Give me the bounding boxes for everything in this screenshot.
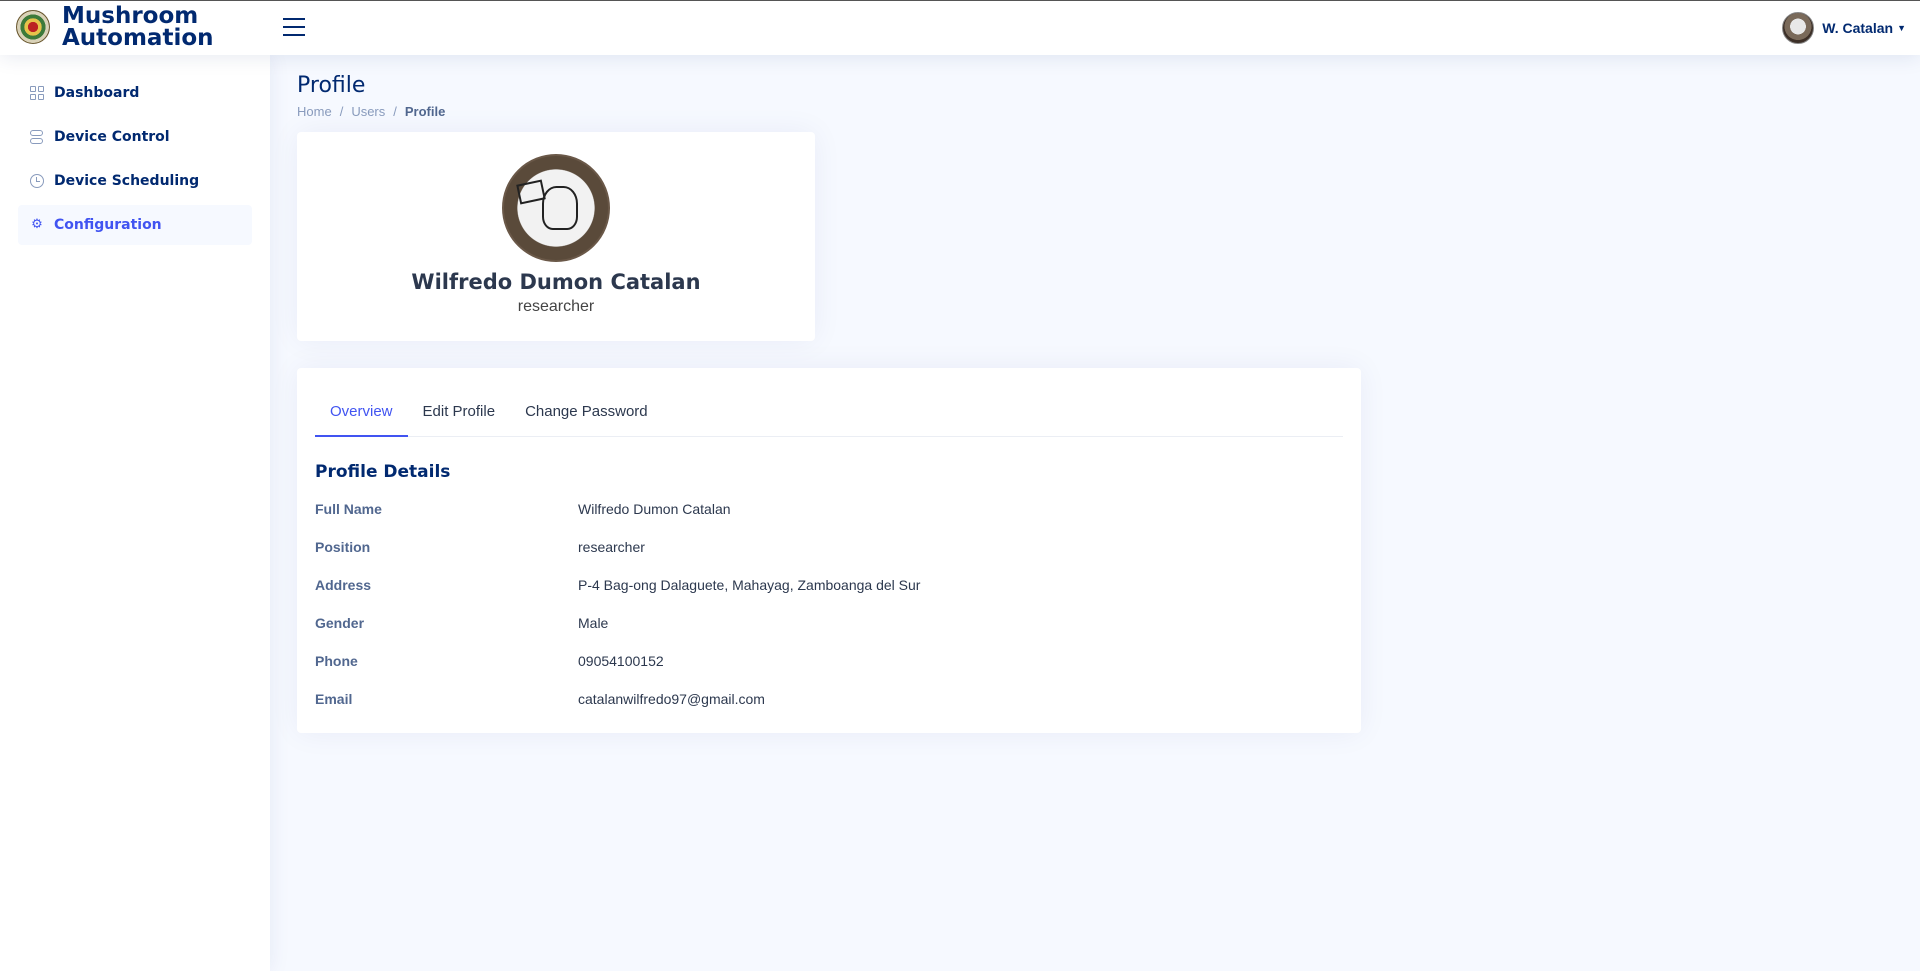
caret-down-icon: ▼ bbox=[1897, 23, 1906, 33]
sidebar-item-configuration[interactable]: ⚙ Configuration bbox=[18, 205, 252, 245]
profile-avatar bbox=[502, 154, 610, 262]
details-list: Full Name Wilfredo Dumon Catalan Positio… bbox=[315, 490, 1343, 718]
breadcrumb-home[interactable]: Home bbox=[297, 104, 332, 119]
page-title: Profile bbox=[297, 73, 366, 98]
detail-label: Address bbox=[315, 577, 372, 593]
avatar bbox=[1782, 12, 1815, 44]
profile-details-card: Overview Edit Profile Change Password Pr… bbox=[297, 368, 1361, 733]
detail-value: catalanwilfredo97@gmail.com bbox=[578, 691, 765, 707]
sidebar-item-device-control[interactable]: Device Control bbox=[18, 117, 252, 157]
top-header: Mushroom Automation W. Catalan ▼ bbox=[0, 0, 1920, 55]
detail-value: Male bbox=[578, 615, 609, 631]
detail-row-email: Email catalanwilfredo97@gmail.com bbox=[315, 680, 1343, 718]
tab-overview[interactable]: Overview bbox=[315, 386, 408, 437]
breadcrumb-current: Profile bbox=[404, 104, 446, 119]
profile-name: Wilfredo Dumon Catalan bbox=[411, 270, 701, 294]
sidebar-item-dashboard[interactable]: Dashboard bbox=[18, 73, 252, 113]
detail-row-position: Position researcher bbox=[315, 528, 1343, 566]
tab-edit-profile[interactable]: Edit Profile bbox=[408, 386, 511, 437]
sidebar-item-device-scheduling[interactable]: Device Scheduling bbox=[18, 161, 252, 201]
sidebar-item-label: Configuration bbox=[54, 217, 162, 233]
gear-icon: ⚙ bbox=[31, 217, 43, 232]
tab-change-password[interactable]: Change Password bbox=[510, 386, 663, 437]
logo[interactable]: Mushroom Automation bbox=[16, 3, 214, 51]
sidebar-item-label: Device Scheduling bbox=[54, 173, 200, 189]
section-title: Profile Details bbox=[315, 462, 451, 482]
grid-icon bbox=[30, 86, 44, 100]
detail-label: Full Name bbox=[315, 501, 382, 517]
logo-emblem-icon bbox=[16, 10, 50, 44]
user-menu[interactable]: W. Catalan ▼ bbox=[1782, 12, 1906, 44]
detail-value: P-4 Bag-ong Dalaguete, Mahayag, Zamboang… bbox=[578, 577, 921, 593]
detail-row-phone: Phone 09054100152 bbox=[315, 642, 1343, 680]
clock-icon bbox=[30, 174, 44, 188]
profile-role: researcher bbox=[517, 298, 595, 315]
sidebar: Dashboard Device Control Device Scheduli… bbox=[0, 55, 270, 971]
breadcrumb: Home / Users / Profile bbox=[297, 104, 1893, 119]
detail-label: Gender bbox=[315, 615, 365, 631]
detail-label: Phone bbox=[315, 653, 358, 669]
sidebar-item-label: Device Control bbox=[54, 129, 170, 145]
app-title: Mushroom Automation bbox=[62, 3, 214, 51]
detail-value: researcher bbox=[578, 539, 645, 555]
breadcrumb-separator: / bbox=[393, 104, 397, 119]
detail-label: Email bbox=[315, 691, 353, 707]
main-content: Profile Home / Users / Profile Wilfredo … bbox=[270, 55, 1920, 971]
detail-label: Position bbox=[315, 539, 371, 555]
detail-row-full-name: Full Name Wilfredo Dumon Catalan bbox=[315, 490, 1343, 528]
detail-row-address: Address P-4 Bag-ong Dalaguete, Mahayag, … bbox=[315, 566, 1343, 604]
profile-tabs: Overview Edit Profile Change Password bbox=[315, 386, 1343, 437]
toggles-icon bbox=[30, 130, 44, 144]
sidebar-item-label: Dashboard bbox=[54, 85, 140, 101]
detail-value: Wilfredo Dumon Catalan bbox=[578, 501, 731, 517]
menu-toggle-icon[interactable] bbox=[283, 18, 305, 38]
user-name: W. Catalan bbox=[1822, 20, 1894, 36]
breadcrumb-separator: / bbox=[339, 104, 344, 119]
detail-value: 09054100152 bbox=[578, 653, 664, 669]
breadcrumb-users[interactable]: Users bbox=[351, 104, 385, 119]
detail-row-gender: Gender Male bbox=[315, 604, 1343, 642]
profile-card: Wilfredo Dumon Catalan researcher bbox=[297, 132, 815, 341]
